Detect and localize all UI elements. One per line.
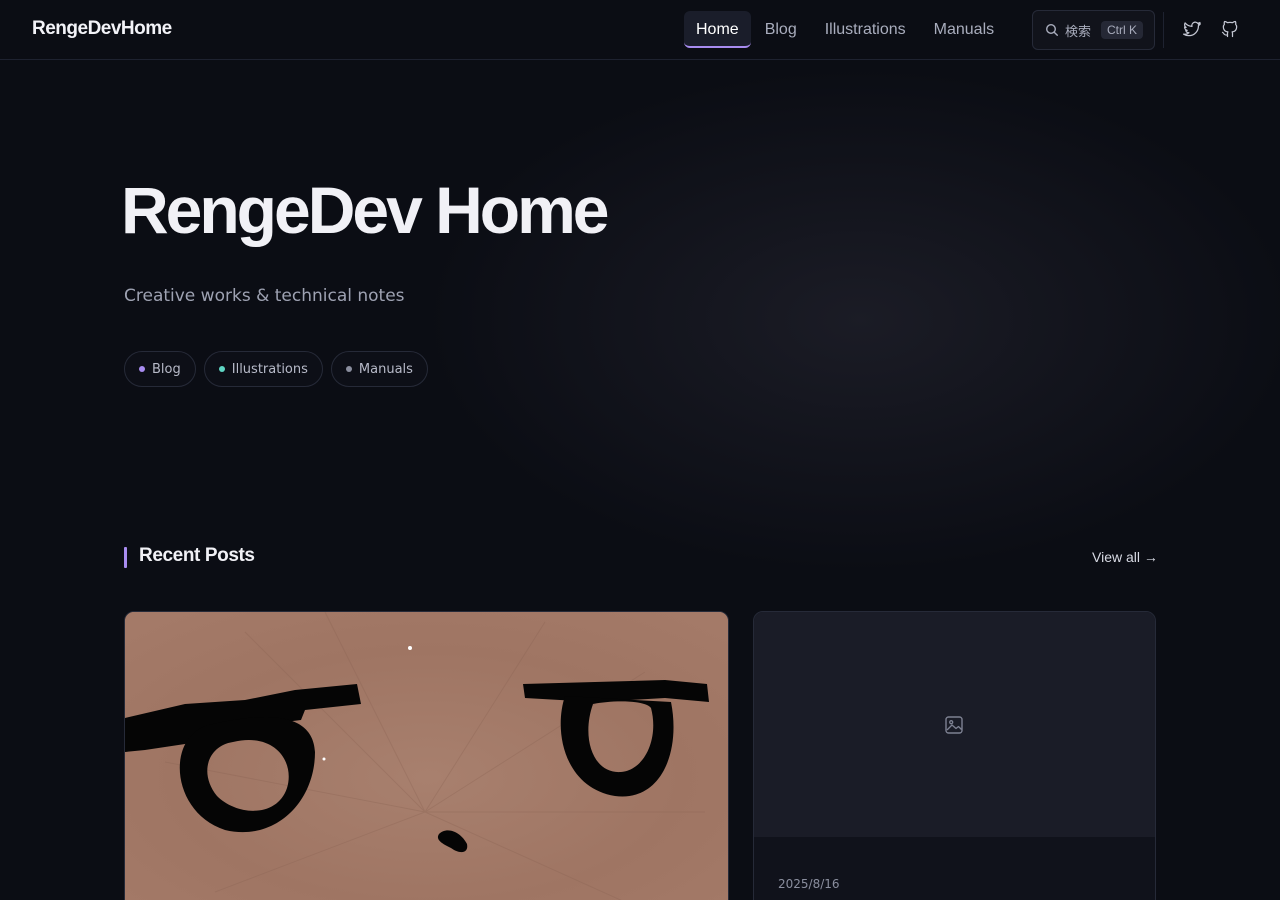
nav-item-manuals[interactable]: Manuals (920, 11, 1008, 48)
recent-posts-heading: Recent Posts (139, 545, 255, 566)
category-chips: Blog Illustrations Manuals (124, 351, 428, 387)
search-shortcut-badge: Ctrl K (1101, 21, 1144, 39)
post-card[interactable]: 2025/8/16 (753, 611, 1156, 900)
post-thumbnail-placeholder (754, 612, 1155, 837)
chip-manuals[interactable]: Manuals (330, 351, 428, 387)
chip-dot (218, 366, 225, 372)
github-icon[interactable] (1220, 19, 1242, 41)
chip-label: Illustrations (231, 361, 308, 377)
post-card-featured[interactable] (124, 611, 729, 900)
chip-label: Manuals (358, 361, 413, 377)
image-placeholder-icon (945, 716, 963, 734)
view-all-link[interactable]: View all → (1092, 549, 1158, 565)
twitter-icon[interactable] (1182, 19, 1204, 41)
top-navigation-bar: RengeDevHome Home Blog Illustrations Man… (0, 0, 1280, 60)
chip-blog[interactable]: Blog (124, 351, 196, 387)
search-button[interactable]: 検索 Ctrl K (1032, 10, 1155, 50)
nav-item-blog[interactable]: Blog (751, 11, 811, 48)
section-accent-bar (124, 547, 127, 568)
search-label: 検索 (1065, 24, 1092, 40)
header-divider (1163, 12, 1164, 48)
nav-item-illustrations[interactable]: Illustrations (811, 11, 920, 48)
chip-dot (139, 366, 145, 372)
post-date: 2025/8/16 (778, 877, 840, 891)
chip-label: Blog (152, 361, 181, 377)
hero-subtitle: Creative works & technical notes (124, 286, 405, 306)
nav-item-home[interactable]: Home (684, 11, 751, 48)
hero-title: RengeDev Home (121, 173, 609, 247)
main-nav: Home Blog Illustrations Manuals (684, 11, 1008, 48)
site-logo[interactable]: RengeDevHome (32, 18, 172, 40)
chip-illustrations[interactable]: Illustrations (203, 351, 323, 387)
search-icon (1045, 23, 1059, 37)
chip-dot (345, 366, 352, 372)
post-illustration-image (125, 612, 728, 900)
